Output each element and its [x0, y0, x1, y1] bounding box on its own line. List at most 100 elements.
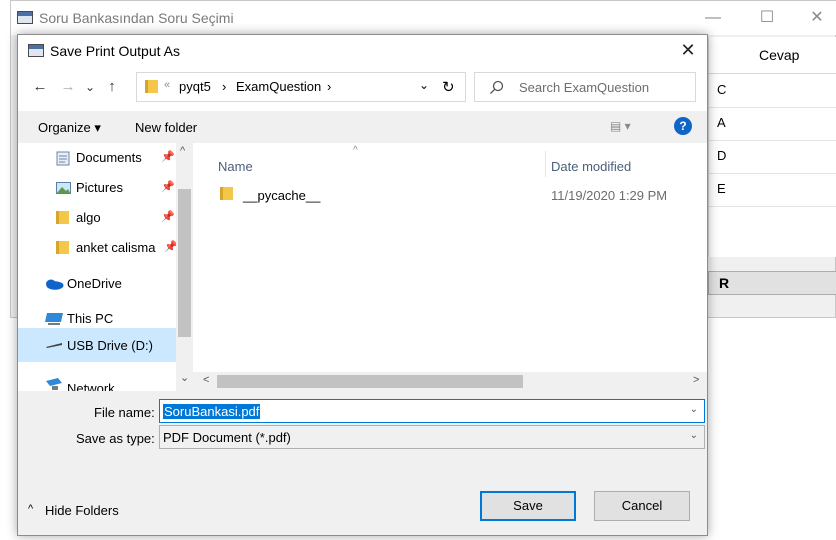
address-segment-pyqt5[interactable]: pyqt5: [179, 79, 211, 94]
nav-item-algo[interactable]: algo 📌: [18, 203, 176, 233]
onedrive-icon: [46, 279, 64, 290]
address-dropdown-button[interactable]: ⌄: [419, 78, 429, 92]
address-separator[interactable]: ›: [222, 79, 226, 94]
file-name-value: SoruBankasi.pdf: [163, 404, 261, 419]
main-window-title: Soru Bankasından Soru Seçimi: [39, 10, 234, 26]
address-separator[interactable]: ›: [327, 79, 331, 94]
scroll-right-button[interactable]: >: [693, 374, 699, 386]
save-button[interactable]: Save: [480, 491, 576, 521]
column-divider: [545, 151, 546, 177]
column-header-cevap: Cevap: [759, 47, 800, 63]
column-header-name[interactable]: Name: [218, 159, 253, 174]
navigation-bar: ← → ⌄ ↑ « pyqt5 › ExamQuestion › ⌄ ↻ Sea…: [18, 65, 707, 111]
organize-button[interactable]: Organize ▾: [38, 120, 101, 136]
pictures-icon: [56, 182, 71, 194]
pin-icon: 📌: [161, 211, 175, 223]
documents-icon: [56, 151, 70, 166]
help-button[interactable]: ?: [674, 117, 692, 135]
address-overflow[interactable]: «: [164, 79, 170, 91]
save-as-type-value: PDF Document (*.pdf): [163, 430, 291, 445]
search-placeholder: Search ExamQuestion: [519, 80, 650, 95]
this-pc-icon: [45, 313, 63, 325]
refresh-button[interactable]: ↻: [442, 78, 455, 96]
file-date-modified: 11/19/2020 1:29 PM: [551, 188, 668, 203]
hide-folders-button[interactable]: ^ Hide Folders: [28, 501, 138, 521]
app-icon: [17, 11, 33, 24]
cancel-button[interactable]: Cancel: [594, 491, 690, 521]
table-cell[interactable]: C: [709, 74, 836, 108]
dialog-app-icon: [28, 44, 44, 57]
network-icon: [46, 378, 62, 390]
pin-icon: 📌: [161, 181, 175, 193]
chevron-down-icon[interactable]: ⌄: [690, 404, 698, 415]
up-button[interactable]: ↑: [102, 77, 122, 97]
nav-item-label: OneDrive: [67, 276, 122, 291]
minimize-button[interactable]: —: [701, 7, 725, 29]
new-folder-button[interactable]: New folder: [135, 120, 197, 135]
nav-item-documents[interactable]: Documents 📌: [18, 143, 176, 173]
file-name-label: File name:: [94, 405, 155, 420]
maximize-button[interactable]: ☐: [755, 7, 779, 29]
nav-item-label: Documents: [76, 150, 142, 165]
table-cell[interactable]: D: [709, 140, 836, 174]
cell-value: A: [717, 115, 726, 130]
scrollbar-thumb[interactable]: [178, 189, 191, 337]
nav-pane-scrollbar[interactable]: ^ ⌄: [176, 143, 193, 391]
chevron-up-icon: ^: [28, 503, 34, 515]
table-column-header[interactable]: Cevap: [709, 37, 836, 74]
chevron-down-icon[interactable]: ⌄: [690, 430, 698, 441]
nav-item-anket-calisma[interactable]: anket calisma 📌: [18, 233, 178, 263]
main-window-titlebar: Soru Bankasından Soru Seçimi — ☐ ✕: [11, 1, 836, 35]
forward-button[interactable]: →: [58, 77, 78, 97]
search-box[interactable]: Search ExamQuestion: [474, 72, 696, 102]
view-options-button[interactable]: ▤ ▾: [610, 119, 631, 133]
save-as-type-select[interactable]: PDF Document (*.pdf) ⌄: [159, 425, 705, 449]
recent-locations-button[interactable]: ⌄: [80, 77, 100, 97]
questions-table[interactable]: Cevap C A D E: [708, 37, 836, 257]
nav-item-label: anket calisma: [76, 240, 156, 255]
close-button[interactable]: ✕: [805, 7, 829, 29]
nav-item-label: Pictures: [76, 180, 123, 195]
file-list-scrollbar[interactable]: < >: [193, 372, 707, 391]
nav-item-usb-drive[interactable]: USB Drive (D:): [18, 328, 176, 362]
table-cell[interactable]: A: [709, 107, 836, 141]
save-as-type-label: Save as type:: [76, 431, 155, 446]
search-icon: [490, 80, 504, 94]
back-button[interactable]: ←: [30, 77, 50, 97]
folder-icon: [56, 211, 69, 224]
column-header-date-modified[interactable]: Date modified: [551, 159, 631, 174]
address-bar[interactable]: « pyqt5 › ExamQuestion › ⌄ ↻: [136, 72, 466, 102]
scroll-up-button[interactable]: ^: [180, 145, 185, 157]
nav-item-label: This PC: [67, 311, 114, 326]
address-segment-examquestion[interactable]: ExamQuestion: [236, 79, 321, 94]
folder-icon: [56, 241, 69, 254]
table-cell[interactable]: E: [709, 173, 836, 207]
scroll-left-button[interactable]: <: [203, 374, 209, 386]
nav-item-network[interactable]: Network: [18, 369, 176, 391]
sort-indicator: ^: [353, 145, 358, 156]
nav-item-label: algo: [76, 210, 101, 225]
navigation-pane[interactable]: Documents 📌 Pictures 📌 algo 📌 anket cali…: [18, 143, 192, 391]
nav-item-pictures[interactable]: Pictures 📌: [18, 173, 176, 203]
usb-drive-icon: [46, 343, 62, 348]
file-row[interactable]: __pycache__ 11/19/2020 1:29 PM: [215, 181, 695, 209]
folder-icon: [145, 80, 158, 93]
cell-value: E: [717, 181, 726, 196]
scrollbar-thumb[interactable]: [217, 375, 523, 388]
main-window-button[interactable]: R: [708, 271, 836, 295]
main-window-button-label: R: [719, 275, 730, 291]
nav-item-onedrive[interactable]: OneDrive: [18, 269, 176, 299]
nav-item-label: Network: [67, 381, 115, 391]
file-name-field[interactable]: SoruBankasi.pdf ⌄: [159, 399, 705, 423]
cell-value: C: [717, 82, 727, 97]
dialog-close-button[interactable]: ✕: [676, 38, 700, 62]
command-bar: Organize ▾ New folder ▤ ▾ ?: [18, 111, 707, 143]
dialog-title: Save Print Output As: [50, 43, 180, 59]
dialog-titlebar: Save Print Output As ✕: [18, 35, 707, 65]
file-list[interactable]: ^ Name Date modified __pycache__ 11/19/2…: [193, 143, 707, 372]
folder-icon: [220, 187, 233, 200]
scroll-down-button[interactable]: ⌄: [180, 371, 189, 384]
pin-icon: 📌: [161, 151, 175, 163]
hide-folders-label: Hide Folders: [45, 503, 119, 518]
save-dialog: Save Print Output As ✕ ← → ⌄ ↑ « pyqt5 ›…: [17, 34, 708, 536]
